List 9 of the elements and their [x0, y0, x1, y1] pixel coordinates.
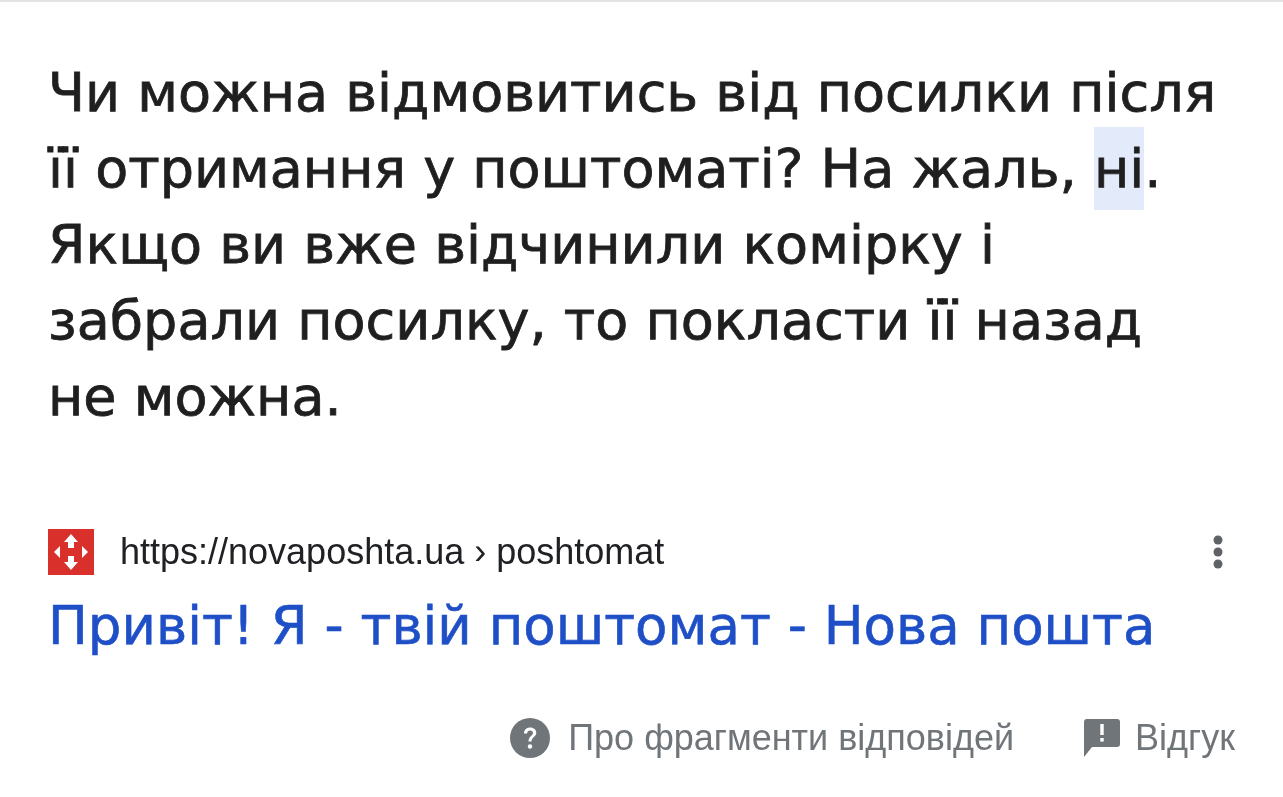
more-options-icon[interactable] — [1213, 535, 1223, 569]
source-url: https://novaposhta.ua › poshtomat — [120, 531, 665, 573]
about-snippets-link[interactable]: Про фрагменти відповідей — [510, 717, 1015, 759]
help-icon — [510, 718, 551, 758]
result-title-link[interactable]: Привіт! Я - твій поштомат - Нова пошта — [48, 595, 1156, 657]
arrows-logo-icon — [48, 529, 94, 575]
answer-text: Чи можна відмовитись від посилки після її отримання у поштоматі? На жаль, ні. Якщо ви вже відчинили комірку і забрали посилку, то покласти її назад не можна. — [48, 60, 1218, 430]
feedback-link[interactable]: Відгук — [1084, 717, 1235, 759]
feedback-icon — [1084, 719, 1121, 757]
